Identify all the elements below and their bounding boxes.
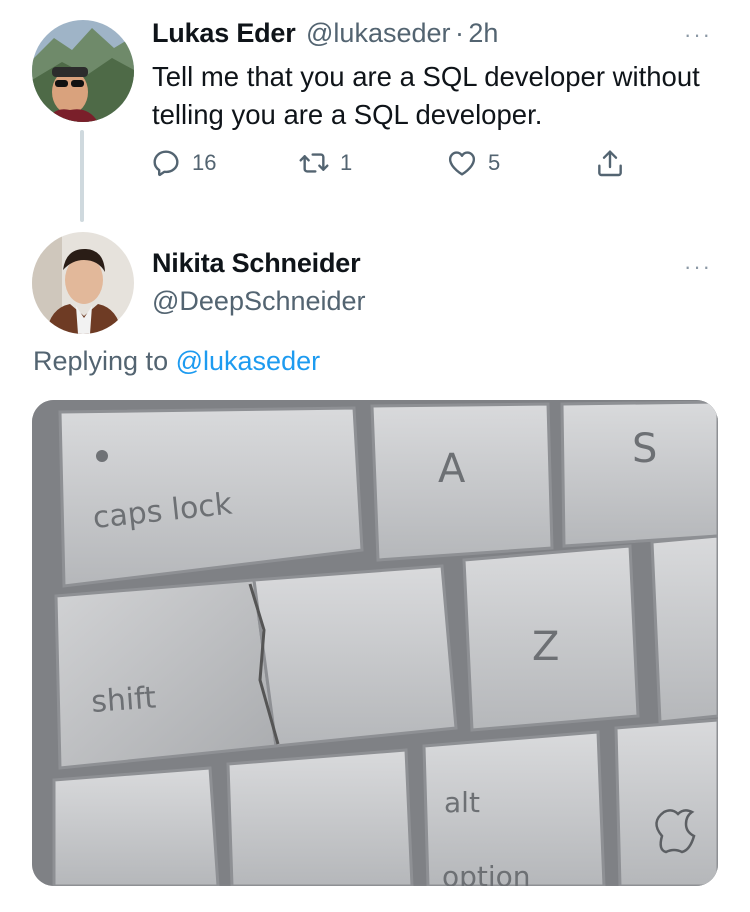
key-fn (52, 766, 220, 886)
share-button[interactable] (594, 143, 626, 183)
key-label-a: A (438, 446, 466, 492)
reply-icon (153, 150, 179, 177)
retweet-count: 1 (340, 150, 353, 175)
replying-to-handle-link[interactable]: @lukaseder (176, 346, 320, 376)
author-handle[interactable]: @lukaseder (306, 18, 450, 48)
key-label-s: S (632, 426, 657, 472)
key-label-option: option (442, 860, 531, 886)
reply-button[interactable]: 16 (150, 143, 216, 183)
heart-icon (448, 151, 476, 176)
key-label-shift: shift (90, 681, 157, 720)
tweet-actions: 16 1 5 (150, 143, 640, 183)
replying-to: Replying to @lukaseder (33, 346, 320, 377)
avatar-lukas-eder[interactable] (32, 20, 134, 122)
tweet-header: Lukas Eder @lukaseder · 2h (152, 18, 498, 49)
author-name[interactable]: Lukas Eder (152, 18, 296, 48)
more-options-icon[interactable]: ··· (684, 24, 712, 46)
avatar-photo (32, 20, 134, 122)
avatar-nikita-schneider[interactable] (32, 232, 134, 334)
key-x (650, 534, 718, 724)
avatar-photo (32, 232, 134, 334)
key-control (226, 748, 414, 886)
reply-author-handle[interactable]: @DeepSchneider (152, 286, 366, 317)
retweet-icon (299, 153, 329, 173)
replying-to-label: Replying to (33, 346, 169, 376)
like-button[interactable]: 5 (446, 143, 500, 183)
reply-media-image[interactable]: caps lock A S shift Z alt option (32, 400, 718, 886)
keyboard-photo: caps lock A S shift Z alt option (32, 400, 718, 886)
key-s (560, 400, 718, 548)
separator-dot: · (454, 18, 464, 48)
share-icon (598, 150, 622, 177)
tweet-text: Tell me that you are a SQL developer wit… (152, 61, 700, 130)
key-label-z: Z (532, 624, 559, 670)
reply-more-options-icon[interactable]: ··· (684, 256, 712, 278)
key-command (614, 718, 718, 886)
like-count: 5 (488, 150, 501, 175)
reply-author-name[interactable]: Nikita Schneider (152, 248, 361, 279)
reply-count: 16 (192, 150, 217, 175)
thread-connector-line (80, 130, 84, 222)
retweet-button[interactable]: 1 (298, 143, 352, 183)
key-label-alt: alt (444, 786, 480, 819)
timestamp[interactable]: 2h (468, 18, 498, 48)
key-shift-right (252, 564, 458, 748)
key-shift-left (54, 578, 278, 770)
